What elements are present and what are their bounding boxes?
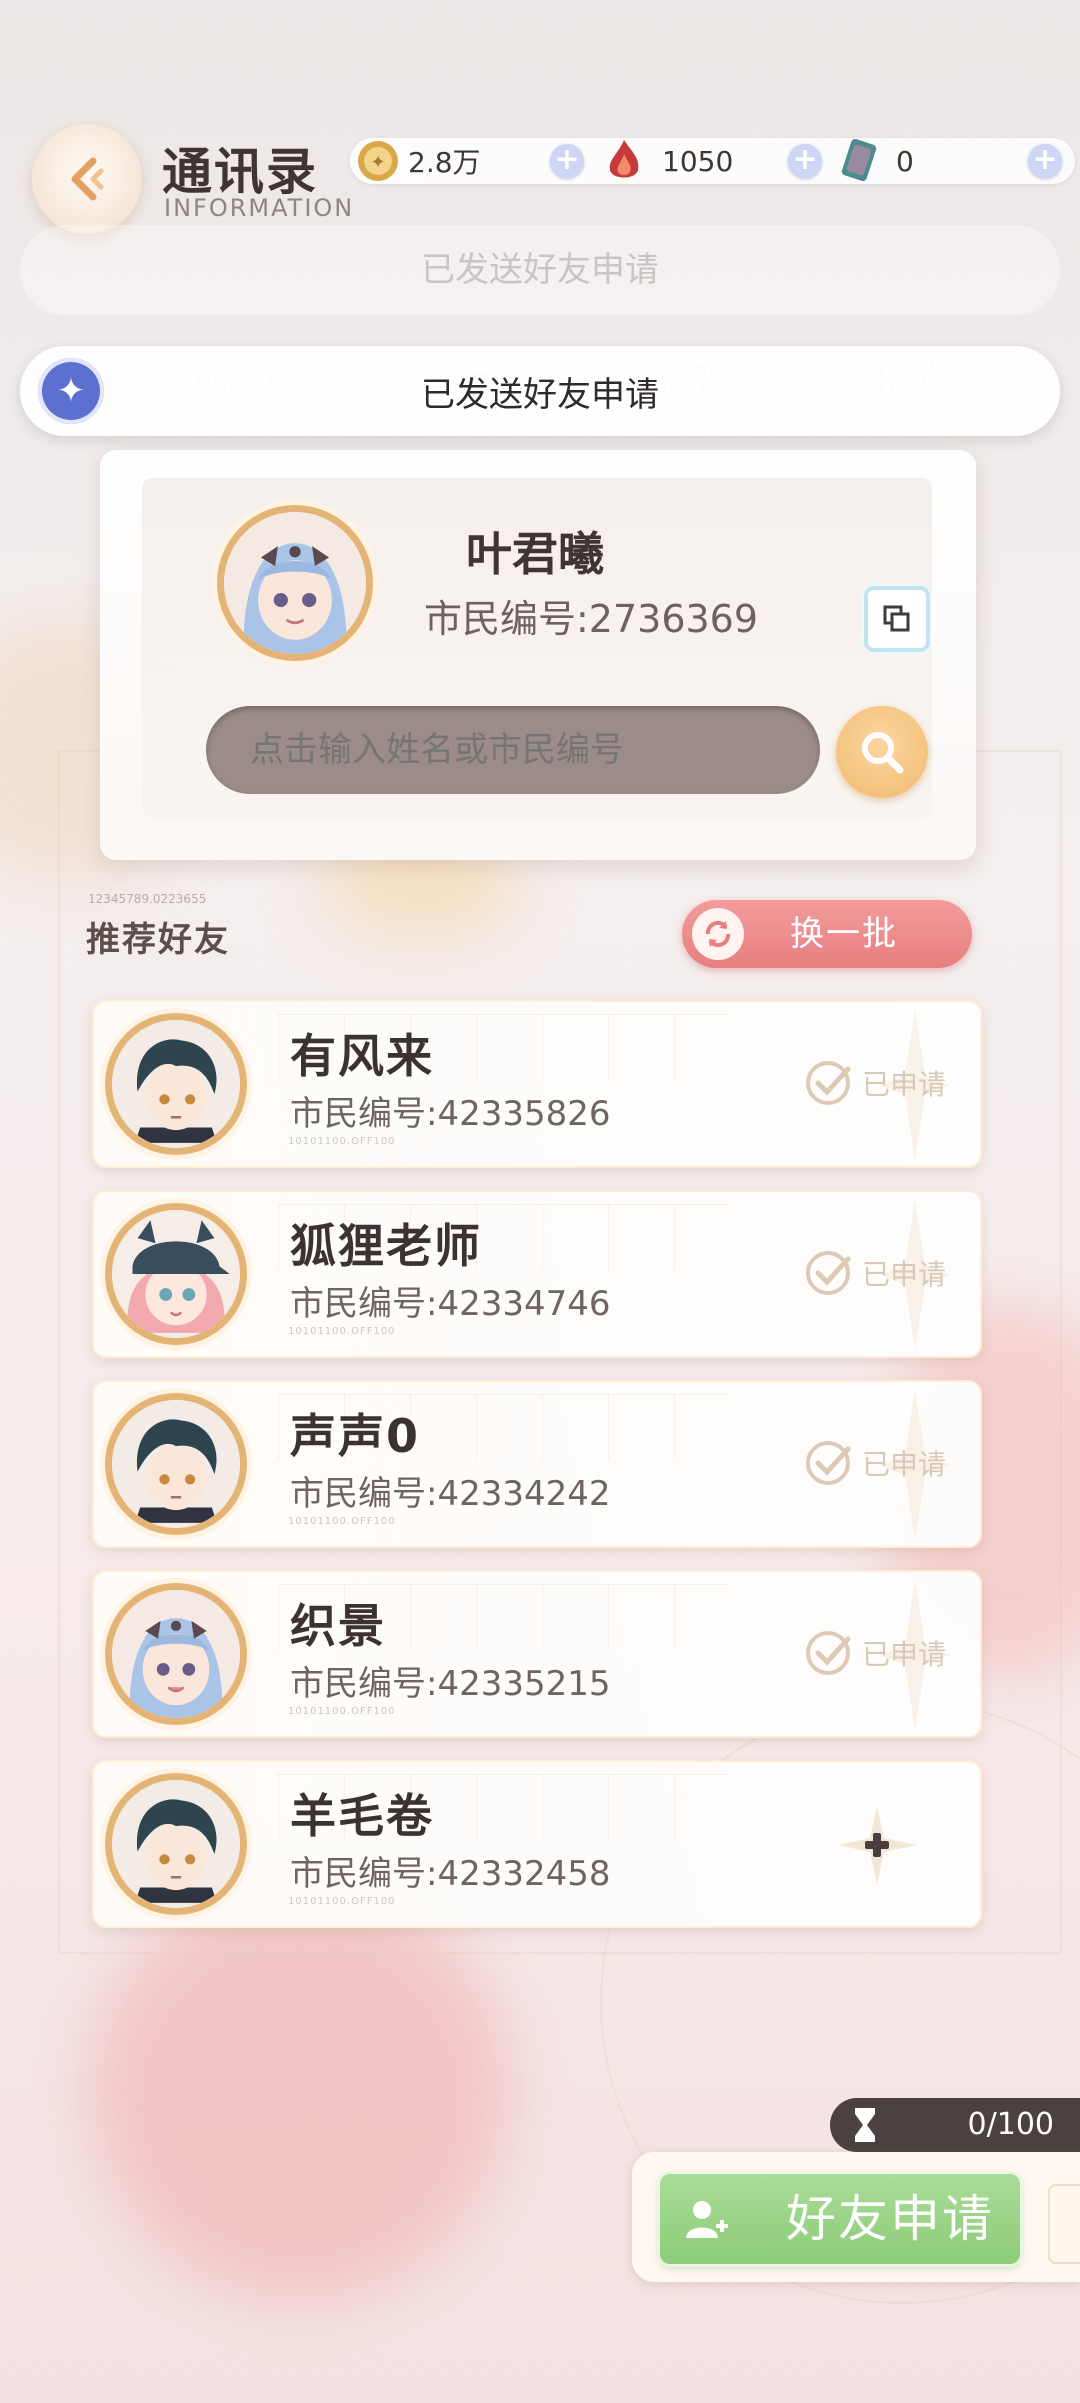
applied-status: 已申请 <box>804 1435 946 1491</box>
svg-text:✦: ✦ <box>370 152 385 173</box>
refresh-batch-label: 换一批 <box>790 914 898 954</box>
applied-status: 已申请 <box>804 1055 946 1111</box>
friend-quota: 0/100 <box>830 2098 1080 2152</box>
applied-label: 已申请 <box>862 1068 947 1101</box>
toast-notification: ✦ 已发送好友申请 <box>20 346 1060 436</box>
applied-label: 已申请 <box>862 1638 947 1671</box>
dark-hair-boy-avatar-icon <box>112 1400 240 1528</box>
friend-citizen-id: 市民编号:42332458 <box>290 1854 611 1894</box>
back-arrow-icon <box>71 157 104 201</box>
check-circle-icon <box>806 1061 851 1105</box>
back-button[interactable] <box>32 124 142 234</box>
friend-name: 有风来 <box>290 1029 434 1083</box>
search-button[interactable] <box>836 706 928 798</box>
friend-quota-text: 0/100 <box>967 2107 1054 2142</box>
friend-name: 狐狸老师 <box>290 1219 482 1273</box>
background-banner-text: 已发送好友申请 <box>421 250 659 290</box>
dark-hair-boy-avatar-icon <box>112 1020 240 1148</box>
add-user-icon <box>686 2201 728 2238</box>
check-circle-icon <box>806 1631 851 1675</box>
search-icon <box>862 732 904 774</box>
row-code: 10101100.OFF100 <box>288 1326 396 1337</box>
blue-hair-girl-avatar-icon <box>224 512 366 654</box>
check-circle-icon <box>806 1441 851 1485</box>
currency-gold: ✦ 2.8万 <box>356 138 481 184</box>
search-input[interactable] <box>206 706 820 794</box>
applied-label: 已申请 <box>862 1258 947 1291</box>
card-ticket-icon <box>841 138 877 182</box>
profile-citizen-id: 市民编号:2736369 <box>424 597 759 641</box>
applied-status: 已申请 <box>804 1245 946 1301</box>
friend-avatar[interactable] <box>112 1210 240 1338</box>
copy-id-button[interactable] <box>868 590 926 648</box>
section-title-recommend: 推荐好友 <box>86 920 230 960</box>
friend-citizen-id: 市民编号:42334746 <box>290 1284 611 1324</box>
applied-status: 已申请 <box>804 1625 946 1681</box>
pink-hair-cap-girl-avatar-icon <box>112 1210 240 1338</box>
add-card-button[interactable]: + <box>1028 144 1062 178</box>
applied-label: 已申请 <box>862 1448 947 1481</box>
add-friend-button[interactable] <box>832 1800 922 1890</box>
currency-card: 0 <box>838 138 914 184</box>
friend-requests-button[interactable]: 好友申请 <box>660 2174 1020 2264</box>
friend-requests-label: 好友申请 <box>786 2190 994 2248</box>
friend-name: 羊毛卷 <box>290 1789 434 1843</box>
sparkle-icon: ✦ <box>38 358 104 424</box>
crystal-value: 1050 <box>662 144 734 178</box>
refresh-icon <box>692 908 744 960</box>
card-value: 0 <box>896 144 914 178</box>
section-code: 12345789.0223655 <box>88 892 207 906</box>
friend-citizen-id: 市民编号:42335826 <box>290 1094 611 1134</box>
page-subtitle: INFORMATION <box>164 194 355 222</box>
toast-text: 已发送好友申请 <box>421 374 659 415</box>
profile-card <box>100 450 976 860</box>
currency-bar: ✦ 2.8万 + 1050 + 0 + <box>350 138 1075 184</box>
add-crystal-button[interactable]: + <box>788 144 822 178</box>
blue-hair-girl-avatar-icon <box>112 1590 240 1718</box>
dark-hair-boy-avatar-icon <box>112 1780 240 1908</box>
currency-crystal: 1050 <box>602 138 733 184</box>
check-circle-icon <box>806 1251 851 1295</box>
background-banner: 已发送好友申请 <box>20 225 1060 315</box>
friend-avatar[interactable] <box>112 1400 240 1528</box>
friend-avatar[interactable] <box>112 1590 240 1718</box>
side-tab-handle[interactable] <box>1050 2186 1080 2262</box>
profile-name: 叶君曦 <box>466 527 604 581</box>
copy-icon <box>883 605 910 632</box>
friend-name: 织景 <box>290 1599 386 1653</box>
row-code: 10101100.OFF100 <box>288 1136 396 1147</box>
hourglass-icon <box>855 2108 875 2142</box>
row-code: 10101100.OFF100 <box>288 1516 396 1527</box>
friend-citizen-id: 市民编号:42334242 <box>290 1474 611 1514</box>
plus-icon <box>838 1806 916 1884</box>
friend-avatar[interactable] <box>112 1020 240 1148</box>
gold-value: 2.8万 <box>408 146 481 179</box>
row-code: 10101100.OFF100 <box>288 1706 396 1717</box>
add-gold-button[interactable]: + <box>550 144 584 178</box>
red-crystal-icon <box>609 140 639 178</box>
refresh-batch-button[interactable]: 换一批 <box>682 900 972 968</box>
gold-coin-icon: ✦ <box>358 141 398 181</box>
friend-name: 声声0 <box>290 1409 421 1463</box>
friend-avatar[interactable] <box>112 1780 240 1908</box>
friend-citizen-id: 市民编号:42335215 <box>290 1664 611 1704</box>
row-code: 10101100.OFF100 <box>288 1896 396 1907</box>
profile-avatar <box>224 512 366 654</box>
